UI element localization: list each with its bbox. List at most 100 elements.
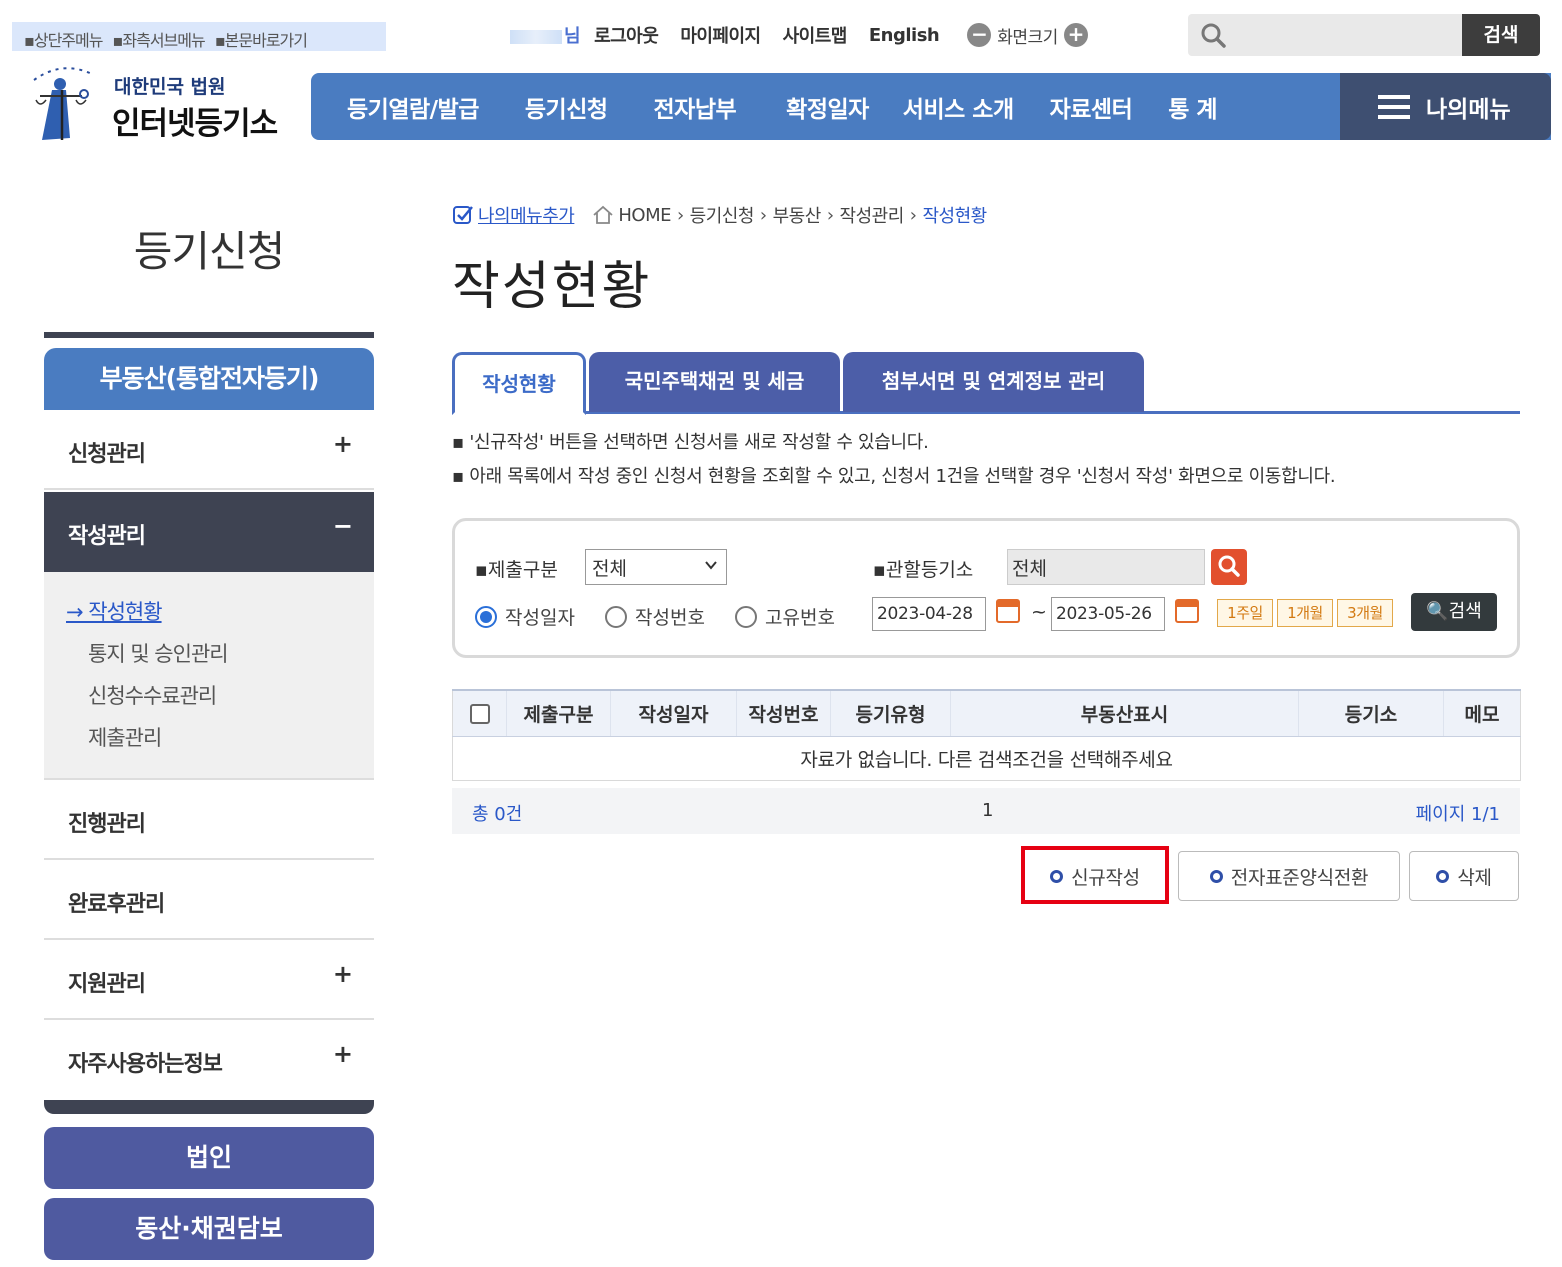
sidebar-item-write-manage[interactable]: 작성관리 −	[44, 492, 374, 572]
date-to-input[interactable]: 2023-05-26	[1051, 597, 1165, 631]
logo[interactable]: 대한민국 법원 인터넷등기소	[22, 60, 292, 150]
tab-attachments[interactable]: 첨부서면 및 연계정보 관리	[843, 352, 1144, 412]
tab-bond-tax[interactable]: 국민주택채권 및 세금	[589, 352, 840, 412]
skip-link-content[interactable]: ▪본문바로가기	[215, 31, 308, 50]
sidebar-title: 등기신청	[133, 227, 286, 276]
skip-link-top-menu[interactable]: ▪상단주메뉴	[24, 31, 103, 50]
highlight-box	[1021, 846, 1169, 904]
sidebar-item-after-complete[interactable]: 완료후관리	[44, 860, 374, 940]
office-label: ▪관할등기소	[873, 559, 974, 581]
submit-type-select[interactable]: 전체	[585, 549, 727, 585]
sidebar-category[interactable]: 부동산(통합전자등기)	[44, 348, 374, 410]
col-write-number: 작성번호	[736, 689, 831, 737]
user-name: 님	[510, 22, 581, 48]
sidebar-item-label: 신청관리	[68, 442, 146, 467]
empty-message: 자료가 없습니다. 다른 검색조건을 선택해주세요	[452, 735, 1521, 781]
delete-button[interactable]: 삭제	[1409, 851, 1519, 901]
skip-link-left-menu[interactable]: ▪좌측서브메뉴	[113, 31, 206, 50]
radio-write-number[interactable]: 작성번호	[605, 603, 705, 630]
quick-1week-button[interactable]: 1주일	[1217, 599, 1273, 627]
mypage-link[interactable]: 마이페이지	[680, 22, 761, 48]
radio-unchecked-icon	[605, 605, 627, 628]
col-write-date: 작성일자	[610, 689, 737, 737]
plus-icon: +	[332, 1040, 353, 1068]
chevron-right-icon: ›	[759, 204, 767, 226]
zoom-out-icon[interactable]: −	[967, 23, 992, 47]
chevron-right-icon: ›	[826, 204, 834, 226]
sidebar-item-label: 완료후관리	[68, 892, 165, 917]
english-link[interactable]: English	[869, 25, 940, 46]
my-menu-label: 나의메뉴	[1426, 96, 1511, 123]
page-number[interactable]: 1	[982, 800, 993, 821]
radio-unique-number[interactable]: 고유번호	[735, 603, 835, 630]
add-my-menu-link[interactable]: 나의메뉴추가	[452, 202, 575, 228]
quick-1month-button[interactable]: 1개월	[1277, 599, 1333, 627]
calendar-icon[interactable]	[996, 599, 1020, 623]
search-icon	[1201, 23, 1226, 48]
col-office: 등기소	[1298, 689, 1444, 737]
search-button[interactable]: 🔍검색	[1411, 593, 1497, 631]
chevron-right-icon: ›	[676, 204, 684, 226]
sidebar-item-frequent-info[interactable]: 자주사용하는정보 +	[44, 1020, 374, 1100]
submit-type-label: ▪제출구분	[475, 559, 558, 581]
logout-link[interactable]: 로그아웃	[594, 22, 659, 48]
tab-write-status[interactable]: 작성현황	[452, 352, 586, 415]
top-search-button[interactable]: 검색	[1462, 14, 1540, 56]
nav-item-fixed-date[interactable]: 확정일자	[786, 90, 869, 124]
delete-label: 삭제	[1457, 866, 1492, 889]
breadcrumb-realestate[interactable]: 부동산	[773, 202, 822, 228]
sidebar-item-apply-manage[interactable]: 신청관리 +	[44, 410, 374, 490]
chevron-down-icon	[705, 561, 717, 570]
nav-item-view-issue[interactable]: 등기열람/발급	[347, 90, 479, 124]
sidebar-submenu: → 작성현황 통지 및 승인관리 신청수수료관리 제출관리	[44, 572, 374, 780]
radio-write-date[interactable]: 작성일자	[475, 603, 575, 630]
sidebar-sub-submit-manage[interactable]: 제출관리	[88, 722, 162, 752]
zoom-label: 화면크기	[997, 27, 1058, 48]
breadcrumb-home[interactable]: HOME	[618, 205, 671, 226]
sidebar-item-progress-manage[interactable]: 진행관리	[44, 780, 374, 860]
zoom-control: − 화면크기 +	[961, 23, 1094, 48]
sidebar-sub-write-status[interactable]: → 작성현황	[66, 596, 163, 626]
col-property: 부동산표시	[950, 689, 1299, 737]
date-from-input[interactable]: 2023-04-28	[872, 597, 986, 631]
nav-item-statistics[interactable]: 통 계	[1168, 90, 1217, 124]
court-emblem-icon	[33, 67, 93, 140]
tab-bar: 작성현황 국민주택채권 및 세금 첨부서면 및 연계정보 관리	[452, 352, 1520, 415]
quick-3month-button[interactable]: 3개월	[1337, 599, 1393, 627]
col-memo: 메모	[1443, 689, 1521, 737]
nav-item-service-intro[interactable]: 서비스 소개	[903, 90, 1014, 124]
nav-item-e-payment[interactable]: 전자납부	[654, 90, 737, 124]
breadcrumb-registration[interactable]: 등기신청	[690, 202, 755, 228]
table-row: 자료가 없습니다. 다른 검색조건을 선택해주세요	[452, 735, 1521, 781]
my-menu-button[interactable]: 나의메뉴	[1340, 73, 1551, 140]
sitemap-link[interactable]: 사이트맵	[783, 22, 848, 48]
convert-standard-form-button[interactable]: 전자표준양식전환	[1178, 851, 1400, 901]
sidebar-item-label: 진행관리	[68, 812, 146, 837]
add-my-menu-label: 나의메뉴추가	[478, 206, 575, 227]
search-button-label: 검색	[1448, 601, 1482, 622]
radio-checked-icon	[475, 605, 497, 628]
office-field[interactable]: 전체	[1007, 549, 1205, 585]
search-icon: 🔍	[1426, 601, 1449, 622]
draft-table: 제출구분 작성일자 작성번호 등기유형 부동산표시 등기소 메모 자료가 없습니…	[452, 689, 1521, 781]
calendar-icon[interactable]	[1175, 599, 1199, 623]
logo-subtitle: 대한민국 법원	[114, 76, 226, 98]
nav-item-registration-apply[interactable]: 등기신청	[525, 90, 608, 124]
plus-icon: +	[332, 960, 353, 988]
movable-collateral-button[interactable]: 동산·채권담보	[44, 1198, 374, 1260]
sidebar-sub-fee-manage[interactable]: 신청수수료관리	[88, 680, 217, 710]
corporation-button[interactable]: 법인	[44, 1127, 374, 1189]
convert-label: 전자표준양식전환	[1230, 866, 1369, 889]
sidebar-sub-notice-approval[interactable]: 통지 및 승인관리	[88, 638, 229, 668]
pager: 총 0건 1 페이지 1/1	[452, 788, 1520, 834]
select-all-checkbox[interactable]	[452, 689, 507, 737]
sidebar-item-support-manage[interactable]: 지원관리 +	[44, 940, 374, 1020]
radio-label: 작성일자	[505, 607, 575, 629]
breadcrumb-write-manage[interactable]: 작성관리	[840, 202, 905, 228]
main-nav: 등기열람/발급 등기신청 전자납부 확정일자 서비스 소개 자료센터 통 계 나…	[311, 73, 1551, 140]
nav-item-resource-center[interactable]: 자료센터	[1050, 90, 1133, 124]
top-search-input[interactable]	[1234, 20, 1454, 50]
zoom-in-icon[interactable]: +	[1063, 23, 1088, 47]
office-search-button[interactable]	[1211, 549, 1247, 585]
sidebar-item-label: 작성관리	[68, 524, 146, 549]
